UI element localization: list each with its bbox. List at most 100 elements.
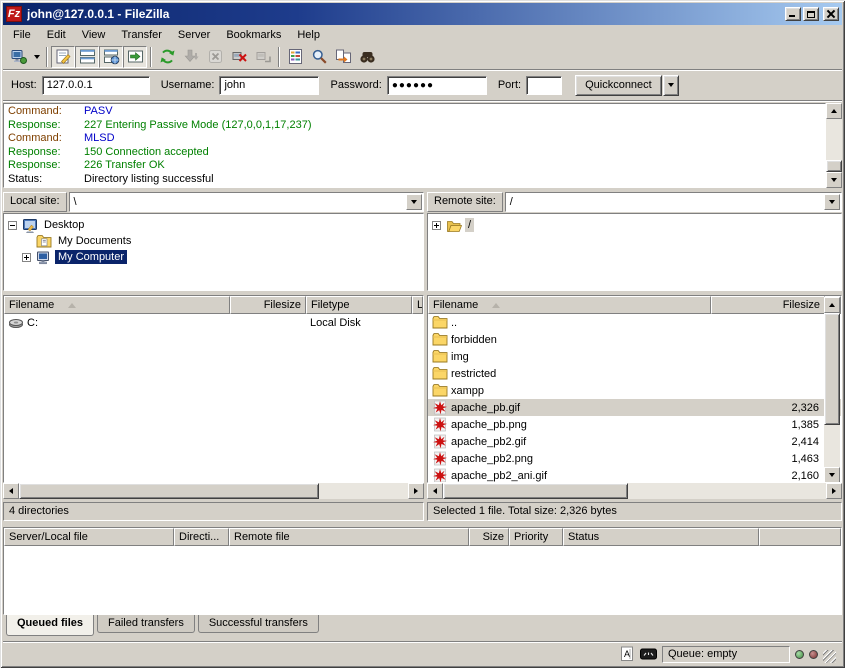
process-queue-button[interactable] bbox=[179, 46, 203, 68]
column-header-status[interactable]: Status bbox=[563, 528, 759, 546]
toggle-queue-icon bbox=[127, 48, 144, 65]
chevron-down-icon bbox=[411, 200, 417, 204]
port-input[interactable] bbox=[526, 76, 562, 95]
scrollbar-thumb[interactable] bbox=[19, 483, 319, 499]
column-header-size[interactable]: Size bbox=[469, 528, 509, 546]
cancel-button[interactable] bbox=[203, 46, 227, 68]
file-row-apache-pb-gif[interactable]: apache_pb.gif2,326 bbox=[428, 399, 841, 416]
file-row-apache-pb-png[interactable]: apache_pb.png1,385 bbox=[428, 416, 841, 433]
file-row-item[interactable]: .. bbox=[428, 314, 841, 331]
compare-button[interactable] bbox=[355, 46, 379, 68]
tab-failed-transfers[interactable]: Failed transfers bbox=[97, 615, 195, 633]
scroll-left-button[interactable] bbox=[3, 483, 19, 499]
toggle-log-button[interactable] bbox=[51, 46, 75, 68]
disconnect-icon bbox=[231, 48, 248, 65]
scroll-up-button[interactable] bbox=[824, 297, 840, 313]
local-site-dropdown-button[interactable] bbox=[406, 194, 422, 210]
scroll-right-button[interactable] bbox=[826, 483, 842, 499]
local-site-combobox[interactable]: \ bbox=[69, 192, 424, 212]
column-header-remote-file[interactable]: Remote file bbox=[229, 528, 469, 546]
title-bar[interactable]: Fz john@127.0.0.1 - FileZilla bbox=[3, 3, 842, 25]
menu-view[interactable]: View bbox=[74, 27, 114, 43]
tree-item-item[interactable]: / bbox=[428, 217, 841, 233]
column-header-filename[interactable]: Filename bbox=[428, 296, 711, 314]
quickconnect-button[interactable]: Quickconnect bbox=[575, 75, 662, 96]
menu-transfer[interactable]: Transfer bbox=[113, 27, 170, 43]
scrollbar-track[interactable] bbox=[824, 313, 840, 467]
scroll-down-button[interactable] bbox=[824, 467, 840, 483]
sync-browsing-button[interactable] bbox=[331, 46, 355, 68]
scroll-up-button[interactable] bbox=[826, 103, 842, 119]
menu-server[interactable]: Server bbox=[170, 27, 218, 43]
remote-site-combobox[interactable]: / bbox=[505, 192, 842, 212]
column-header-filesize[interactable]: Filesize bbox=[711, 296, 825, 314]
username-input[interactable] bbox=[219, 76, 319, 95]
file-row-restricted[interactable]: restricted bbox=[428, 365, 841, 382]
expand-icon[interactable] bbox=[22, 253, 31, 262]
close-button[interactable] bbox=[823, 7, 839, 21]
filename-text: xampp bbox=[451, 385, 484, 397]
log-label: Response: bbox=[8, 119, 84, 133]
site-manager-dropdown-button[interactable] bbox=[30, 46, 43, 68]
file-row-forbidden[interactable]: forbidden bbox=[428, 331, 841, 348]
column-header-priority[interactable]: Priority bbox=[509, 528, 563, 546]
maximize-button[interactable] bbox=[803, 7, 819, 21]
toggle-queue-button[interactable] bbox=[123, 46, 147, 68]
remote-site-dropdown-button[interactable] bbox=[824, 194, 840, 210]
toggle-local-tree-button[interactable] bbox=[75, 46, 99, 68]
reconnect-icon bbox=[255, 48, 272, 65]
search-button[interactable] bbox=[307, 46, 331, 68]
file-row-apache-pb2-png[interactable]: apache_pb2.png1,463 bbox=[428, 450, 841, 467]
column-header-server-local-file[interactable]: Server/Local file bbox=[4, 528, 174, 546]
tree-item-my-computer[interactable]: My Computer bbox=[4, 249, 423, 265]
tab-successful-transfers[interactable]: Successful transfers bbox=[198, 615, 319, 633]
column-header-filename[interactable]: Filename bbox=[4, 296, 230, 314]
expand-icon[interactable] bbox=[432, 221, 441, 230]
refresh-button[interactable] bbox=[155, 46, 179, 68]
folder-icon bbox=[432, 332, 448, 347]
column-header-filetype[interactable]: Filetype bbox=[306, 296, 412, 314]
file-row-xampp[interactable]: xampp bbox=[428, 382, 841, 399]
file-row-apache-pb2-gif[interactable]: apache_pb2.gif2,414 bbox=[428, 433, 841, 450]
scrollbar-thumb[interactable] bbox=[443, 483, 628, 499]
file-row-apache-pb2-ani-gif[interactable]: apache_pb2_ani.gif2,160 bbox=[428, 467, 841, 483]
menu-bookmarks[interactable]: Bookmarks bbox=[218, 27, 289, 43]
tab-queued-files[interactable]: Queued files bbox=[6, 615, 94, 636]
scroll-left-button[interactable] bbox=[427, 483, 443, 499]
tree-item-desktop[interactable]: Desktop bbox=[4, 217, 423, 233]
file-row-img[interactable]: img bbox=[428, 348, 841, 365]
toggle-remote-tree-button[interactable] bbox=[99, 46, 123, 68]
scrollbar-thumb[interactable] bbox=[826, 160, 842, 172]
scrollbar-track[interactable] bbox=[826, 119, 842, 172]
minimize-button[interactable] bbox=[785, 7, 801, 21]
log-scrollbar[interactable] bbox=[826, 103, 842, 188]
column-header-filesize[interactable]: Filesize bbox=[230, 296, 306, 314]
disconnect-button[interactable] bbox=[227, 46, 251, 68]
scroll-right-button[interactable] bbox=[408, 483, 424, 499]
scrollbar-track[interactable] bbox=[19, 483, 408, 499]
reconnect-button[interactable] bbox=[251, 46, 275, 68]
menu-help[interactable]: Help bbox=[289, 27, 328, 43]
scroll-down-button[interactable] bbox=[826, 172, 842, 188]
collapse-icon[interactable] bbox=[8, 221, 17, 230]
scrollbar-thumb[interactable] bbox=[824, 313, 840, 425]
column-header-l[interactable]: L bbox=[412, 296, 423, 314]
menu-edit[interactable]: Edit bbox=[39, 27, 74, 43]
host-input[interactable] bbox=[42, 76, 150, 95]
password-input[interactable] bbox=[387, 76, 487, 95]
resize-grip[interactable] bbox=[823, 650, 836, 663]
column-header-directi[interactable]: Directi... bbox=[174, 528, 229, 546]
local-list-hscrollbar[interactable] bbox=[3, 483, 424, 499]
filter-button[interactable] bbox=[283, 46, 307, 68]
file-row-c[interactable]: C:Local Disk bbox=[4, 314, 423, 331]
remote-list-hscrollbar[interactable] bbox=[427, 483, 842, 499]
scrollbar-track[interactable] bbox=[443, 483, 826, 499]
arrow-left-icon bbox=[9, 488, 13, 494]
remote-list-scrollbar[interactable] bbox=[824, 297, 840, 483]
log-label: Command: bbox=[8, 132, 84, 146]
arrow-down-icon bbox=[829, 473, 835, 477]
site-manager-button[interactable] bbox=[6, 46, 30, 68]
quickconnect-dropdown-button[interactable] bbox=[663, 75, 679, 96]
tree-item-my-documents[interactable]: My Documents bbox=[4, 233, 423, 249]
menu-file[interactable]: File bbox=[5, 27, 39, 43]
